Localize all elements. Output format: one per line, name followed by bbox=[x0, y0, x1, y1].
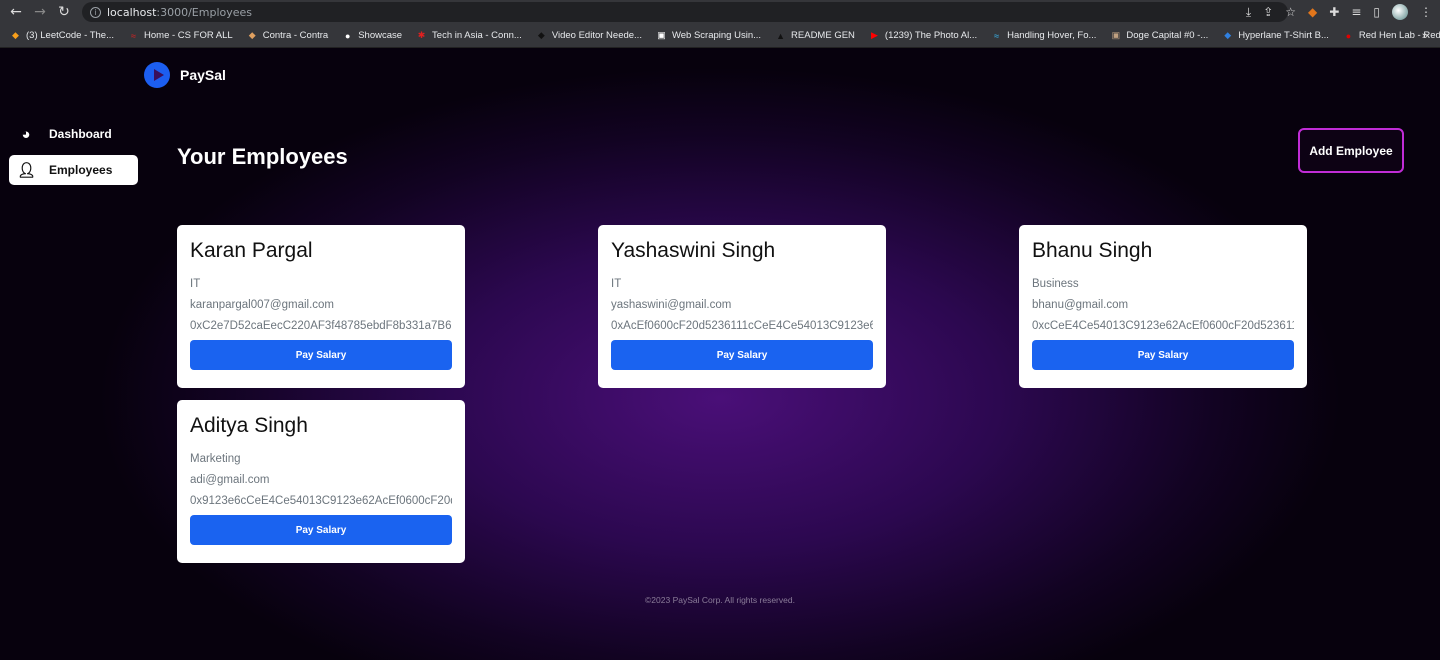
employee-card: Aditya Singh Marketing adi@gmail.com 0x9… bbox=[177, 400, 465, 563]
employee-name: Karan Pargal bbox=[190, 239, 313, 262]
bookmark-item[interactable]: ▶ (1239) The Photo Al... bbox=[869, 30, 977, 41]
media-icon[interactable]: ≡ bbox=[1351, 5, 1361, 19]
web-scraping-icon: ▣ bbox=[657, 30, 666, 40]
video-editor-icon: ◆ bbox=[537, 30, 545, 40]
pay-salary-button[interactable]: Pay Salary bbox=[611, 340, 873, 370]
employee-name: Yashaswini Singh bbox=[611, 239, 776, 262]
browser-toolbar: ← → ↻ i localhost:3000/Employees ⤓ ⇪ ☆ ◆… bbox=[0, 0, 1440, 24]
employee-email: bhanu@gmail.com bbox=[1032, 299, 1129, 311]
contra-icon: ◆ bbox=[248, 30, 256, 40]
metamask-icon[interactable]: ◆ bbox=[1308, 5, 1317, 19]
footer-copyright: ©2023 PaySal Corp. All rights reserved. bbox=[645, 595, 795, 605]
employee-card: Karan Pargal IT karanpargal007@gmail.com… bbox=[177, 225, 465, 388]
bookmark-item[interactable]: ◆ Hyperlane T-Shirt B... bbox=[1222, 30, 1329, 41]
more-bookmarks-button[interactable]: » bbox=[1422, 30, 1428, 42]
share-icon[interactable]: ⇪ bbox=[1263, 5, 1273, 19]
pay-salary-button[interactable]: Pay Salary bbox=[190, 340, 452, 370]
tailwind-icon: ≈ bbox=[994, 30, 1000, 41]
bookmark-item[interactable]: ▲ README GEN bbox=[775, 30, 855, 41]
employee-card: Yashaswini Singh IT yashaswini@gmail.com… bbox=[598, 225, 886, 388]
bookmark-star-icon[interactable]: ☆ bbox=[1285, 5, 1296, 19]
employee-wallet: 0x9123e6cCeE4Ce54013C9123e62AcEf0600cF20… bbox=[190, 495, 452, 507]
bookmark-item[interactable]: ≈ Home - CS FOR ALL bbox=[128, 30, 233, 41]
install-icon[interactable]: ⤓ bbox=[1246, 5, 1251, 20]
employee-email: yashaswini@gmail.com bbox=[611, 299, 732, 311]
employee-name: Bhanu Singh bbox=[1032, 239, 1153, 262]
readme-icon: ▲ bbox=[776, 30, 785, 41]
user-icon: 👤︎ bbox=[17, 162, 37, 179]
employee-wallet: 0xC2e7D52caEecC220AF3f48785ebdF8b331a7B6… bbox=[190, 320, 452, 332]
app-page: PaySal ◕ Dashboard 👤︎ Employees Your Emp… bbox=[0, 48, 1440, 660]
paysal-logo-icon bbox=[144, 62, 170, 88]
hyperlane-icon: ◆ bbox=[1224, 30, 1232, 40]
techinasia-icon: ✱ bbox=[417, 30, 426, 40]
employee-card: Bhanu Singh Business bhanu@gmail.com 0xc… bbox=[1019, 225, 1307, 388]
forward-icon[interactable]: → bbox=[28, 4, 52, 20]
bookmark-item[interactable]: ● Showcase bbox=[342, 30, 402, 41]
bookmark-item[interactable]: ◆ (3) LeetCode - The... bbox=[10, 30, 114, 41]
profile-avatar[interactable] bbox=[1392, 4, 1408, 20]
pay-salary-button[interactable]: Pay Salary bbox=[190, 515, 452, 545]
employee-department: Business bbox=[1032, 278, 1079, 290]
redhen-icon: ● bbox=[1345, 30, 1352, 41]
csforall-icon: ≈ bbox=[131, 30, 136, 41]
address-bar[interactable]: i localhost:3000/Employees bbox=[82, 2, 1288, 22]
doge-icon: ▣ bbox=[1111, 30, 1121, 40]
bookmark-item[interactable]: ◆ Video Editor Neede... bbox=[536, 30, 642, 41]
employee-email: karanpargal007@gmail.com bbox=[190, 299, 334, 311]
youtube-icon: ▶ bbox=[870, 30, 878, 40]
back-icon[interactable]: ← bbox=[4, 4, 28, 20]
bookmark-item[interactable]: ◆ Contra - Contra bbox=[247, 30, 328, 41]
app-name: PaySal bbox=[180, 67, 226, 83]
leetcode-icon: ◆ bbox=[12, 30, 19, 40]
showcase-icon: ● bbox=[344, 30, 351, 41]
bookmark-item[interactable]: ✱ Tech in Asia - Conn... bbox=[416, 30, 522, 41]
employee-name: Aditya Singh bbox=[190, 414, 308, 437]
employee-email: adi@gmail.com bbox=[190, 474, 270, 486]
employee-wallet: 0xAcEf0600cF20d5236111cCeE4Ce54013C9123e… bbox=[611, 320, 873, 332]
pie-chart-icon: ◕ bbox=[21, 125, 31, 143]
menu-icon[interactable]: ⋮ bbox=[1420, 5, 1432, 19]
app-logo[interactable]: PaySal bbox=[144, 62, 226, 88]
employee-wallet: 0xcCeE4Ce54013C9123e62AcEf0600cF20d52361… bbox=[1032, 320, 1294, 332]
sidebar-item-employees[interactable]: 👤︎ Employees bbox=[9, 155, 138, 185]
extensions-icon[interactable]: ✚ bbox=[1329, 5, 1339, 19]
pay-salary-button[interactable]: Pay Salary bbox=[1032, 340, 1294, 370]
bookmark-item[interactable]: ▣ Web Scraping Usin... bbox=[656, 30, 761, 41]
bookmark-item[interactable]: ≈ Handling Hover, Fo... bbox=[991, 30, 1096, 41]
site-info-icon[interactable]: i bbox=[90, 6, 101, 18]
sidebar-item-dashboard[interactable]: ◕ Dashboard bbox=[9, 119, 138, 149]
employee-department: IT bbox=[611, 278, 622, 290]
employee-department: Marketing bbox=[190, 453, 241, 465]
reload-icon[interactable]: ↻ bbox=[52, 4, 76, 20]
add-employee-button[interactable]: Add Employee bbox=[1298, 128, 1404, 173]
employee-department: IT bbox=[190, 278, 201, 290]
bookmark-item[interactable]: ▣ Doge Capital #0 -... bbox=[1110, 30, 1209, 41]
bookmarks-bar: ◆ (3) LeetCode - The... ≈ Home - CS FOR ALL… bbox=[0, 24, 1440, 48]
page-title: Your Employees bbox=[177, 144, 348, 169]
side-panel-icon[interactable]: ▯ bbox=[1373, 5, 1380, 19]
